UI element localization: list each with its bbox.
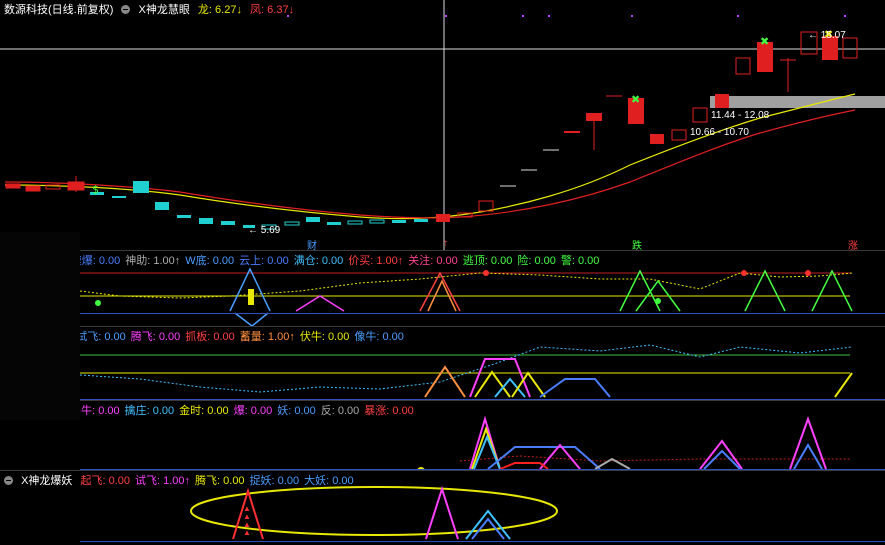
red-arrow-stack: ▲▲ ▲▲ xyxy=(243,504,251,537)
pane3-dotted-line xyxy=(79,344,853,393)
pane4-value-7: 暴涨: 0.00 xyxy=(364,405,414,417)
pane5-settings-icon[interactable] xyxy=(4,476,13,485)
pane2-value-9: 险: 0.00 xyxy=(517,255,556,267)
indicator-pane-3[interactable]: 态: 28.57↑试飞: 0.00腾飞: 0.00抓板: 0.00蓄量: 1.0… xyxy=(0,326,885,401)
pane5.items-value-4: 大妖: 0.00 xyxy=(304,475,354,487)
pane5.items-value-2: 腾飞: 0.00 xyxy=(195,475,245,487)
pane3-value-2: 腾飞: 0.00 xyxy=(130,331,181,343)
pane3-value-6: 像牛: 0.00 xyxy=(354,331,404,343)
pane4-values: 飞: 0.20↑马牛: 0.00擒庄: 0.00金时: 0.00爆: 0.00妖… xyxy=(21,405,419,417)
pane2-values: 态: 75.76速爆: 0.00神助: 1.00↑W底: 0.00云上: 0.0… xyxy=(21,255,604,267)
main-chart-pane[interactable]: 数源科技(日线.前复权) X神龙慧眼 龙: 6.27↓ 凤: 6.37↓ $ ✖… xyxy=(0,0,885,252)
long-label: 龙: xyxy=(197,4,212,16)
long-value: 6.27↓ xyxy=(215,4,242,16)
pane2-value-10: 警: 0.00 xyxy=(560,255,600,267)
low-price-value: 5.69 xyxy=(260,225,281,236)
pane4-value-6: 反: 0.00 xyxy=(320,405,360,417)
top-markers xyxy=(287,15,846,17)
pane5-values: 起飞: 0.00 试飞: 1.00↑ 腾飞: 0.00 捉妖: 0.00 大妖: 0.0… xyxy=(80,475,358,487)
pane2-header: 态: 75.76速爆: 0.00神助: 1.00↑W底: 0.00云上: 0.0… xyxy=(4,252,609,267)
pane2-baseline-dots xyxy=(80,313,885,314)
redacted-area xyxy=(0,232,80,420)
indicator-pane-5[interactable]: X神龙爆妖 起飞: 0.00 试飞: 1.00↑ 腾飞: 0.00 捉妖: 0.00 大… xyxy=(0,470,885,545)
arrow-up-icon: ↑ xyxy=(443,238,448,249)
pane4-value-5: 妖: 0.00 xyxy=(277,405,316,417)
pane4-dotted-line xyxy=(459,455,850,462)
pane5.items-value-0: 起飞: 0.00 xyxy=(80,475,130,487)
pane3-value-4: 蓄量: 1.00↑ xyxy=(239,331,295,343)
arrow-signal-icon: ↑ xyxy=(436,213,441,223)
resistance-zone-bar xyxy=(710,96,885,108)
pane4-value-2: 擒庄: 0.00 xyxy=(124,405,175,417)
pane3-value-1: 试飞: 0.00 xyxy=(76,331,126,343)
settings-gear-icon[interactable] xyxy=(121,5,131,14)
candlestick-chart: $ ✖ ✖ ✖ ↑ ↑ xyxy=(0,0,885,250)
pane5-name: X神龙爆妖 xyxy=(21,475,73,487)
pane4-value-4: 爆: 0.00 xyxy=(233,405,273,417)
stock-title: 数源科技(日线.前复权) xyxy=(4,4,114,16)
pane2-value-2: 神助: 1.00↑ xyxy=(125,255,181,267)
main-chart-header: 数源科技(日线.前复权) X神龙慧眼 龙: 6.27↓ 凤: 6.37↓ xyxy=(4,1,299,16)
pane5.items-value-3: 捉妖: 0.00 xyxy=(249,475,300,487)
high-price-value: 15.07 xyxy=(820,30,846,41)
pane2-value-4: 云上: 0.00 xyxy=(239,255,289,267)
indicator-pane-4[interactable]: 飞: 0.20↑马牛: 0.00擒庄: 0.00金时: 0.00爆: 0.00妖… xyxy=(0,400,885,471)
feng-value: 6.37↓ xyxy=(267,4,295,16)
pane5-header: X神龙爆妖 起飞: 0.00 试飞: 1.00↑ 腾飞: 0.00 捉妖: 0.00 大… xyxy=(4,472,364,487)
indicator-pane-2[interactable]: 态: 75.76速爆: 0.00神助: 1.00↑W底: 0.00云上: 0.0… xyxy=(0,250,885,327)
cross-signal-icon-2: ✖ xyxy=(760,35,769,48)
zone-label-1: 11.44 - 12.08 xyxy=(711,110,770,121)
zone-label-2: 10.66 - 10.70 xyxy=(690,127,749,138)
pane4-value-3: 金时: 0.00 xyxy=(179,405,229,417)
pane2-value-5: 满仓: 0.00 xyxy=(293,255,344,267)
cross-signal-icon: ✖ xyxy=(631,93,640,106)
indicator-name: X神龙慧眼 xyxy=(138,4,190,16)
high-price-label: ← 15.07 xyxy=(808,30,846,41)
low-price-label: ← 5.69 xyxy=(248,225,281,236)
pane2-dotted-line xyxy=(79,272,853,299)
dollar-signal-icon: $ xyxy=(92,183,99,196)
pane2-value-6: 价买: 1.00↑ xyxy=(348,255,404,267)
svg-text:▲: ▲ xyxy=(243,528,251,537)
pane2-value-3: W底: 0.00 xyxy=(185,255,235,267)
pane2-value-7: 关注: 0.00 xyxy=(408,255,458,267)
pane3-value-3: 抓板: 0.00 xyxy=(185,331,235,343)
feng-label: 凤: xyxy=(250,4,265,16)
pane2-value-8: 逃顶: 0.00 xyxy=(462,255,513,267)
pane3-value-5: 伏牛: 0.00 xyxy=(299,331,350,343)
pane5.items-value-1: 试飞: 1.00↑ xyxy=(135,475,191,487)
